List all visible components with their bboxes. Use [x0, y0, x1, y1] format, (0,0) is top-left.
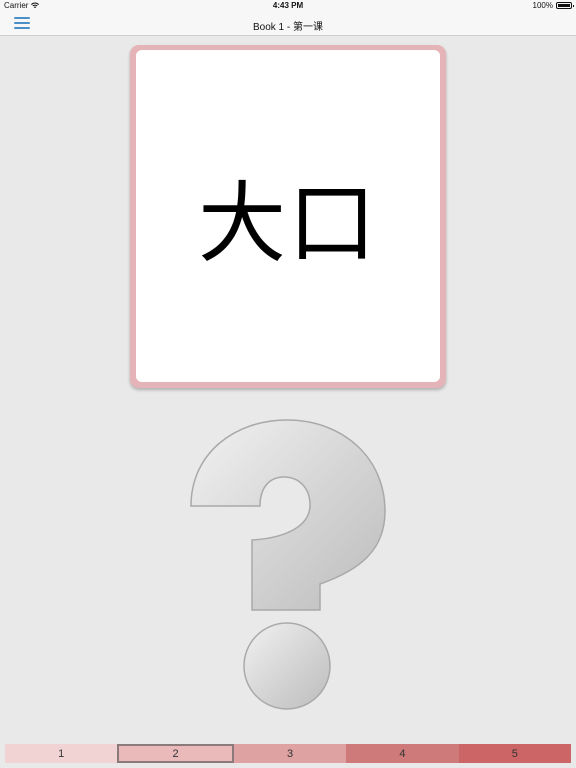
battery-info: 100%: [532, 1, 574, 10]
status-bar: Carrier 4:43 PM 100%: [0, 0, 576, 12]
question-mark-icon: [190, 419, 386, 710]
battery-icon: [556, 2, 574, 9]
rating-button-2[interactable]: 2: [117, 744, 234, 763]
flashcard-face: 大口: [136, 50, 440, 382]
rating-button-1[interactable]: 1: [5, 744, 118, 763]
navigation-bar: Book 1 - 第一课: [0, 12, 576, 36]
flashcard-text: 大口: [197, 171, 378, 275]
page-title: Book 1 - 第一课: [252, 22, 324, 33]
flashcard[interactable]: 大口: [130, 45, 446, 388]
rating-button-3[interactable]: 3: [233, 744, 347, 763]
rating-button-5[interactable]: 5: [458, 744, 572, 763]
status-time: 4:43 PM: [272, 1, 304, 10]
rating-button-4[interactable]: 4: [346, 744, 459, 763]
rating-bar: 1 2 3 4 5: [5, 744, 572, 763]
battery-percent: 100%: [532, 1, 553, 10]
